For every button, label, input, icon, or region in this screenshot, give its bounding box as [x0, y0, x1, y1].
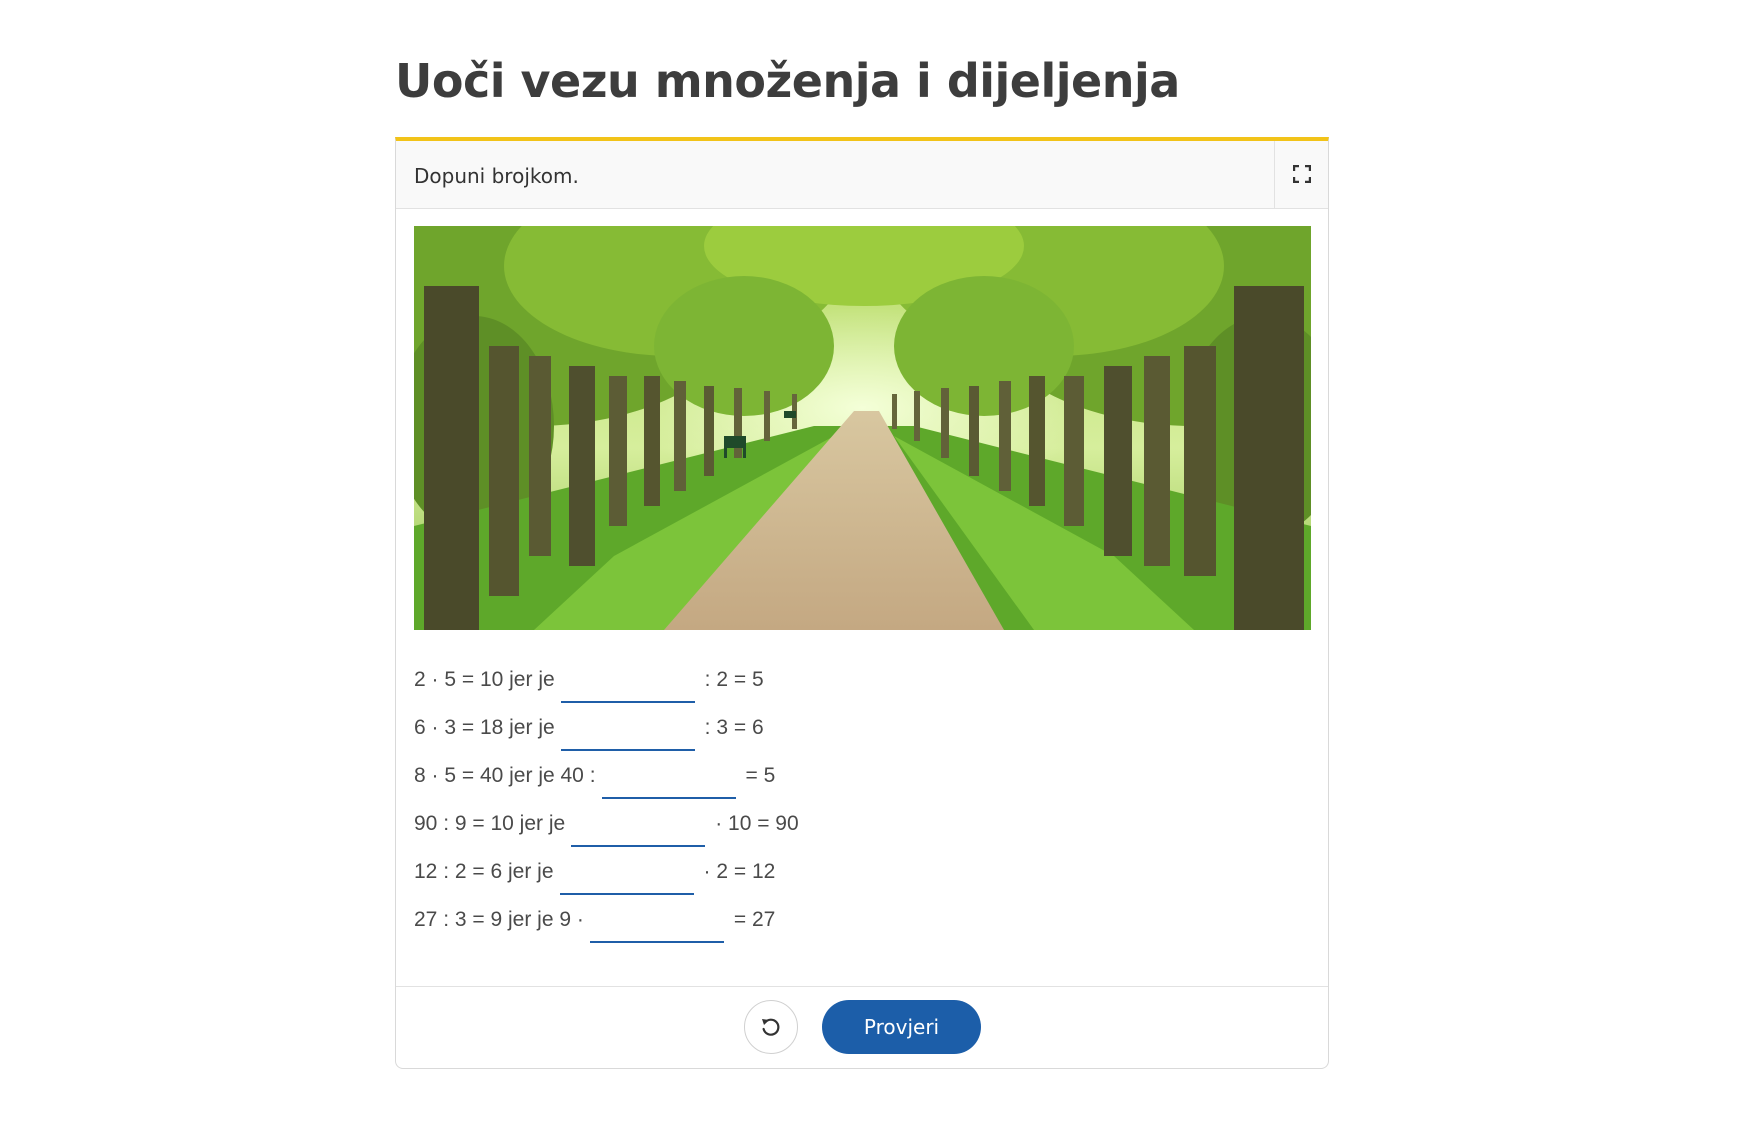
- answer-input-5[interactable]: [559, 865, 694, 895]
- task-text-before: 2 · 5 = 10 jer je: [414, 668, 555, 691]
- instruction-text: Dopuni brojkom.: [414, 164, 579, 188]
- task-row-2: 6 · 3 = 18 jer je : 3 = 6: [414, 704, 799, 752]
- task-row-4: 90 : 9 = 10 jer je · 10 = 90: [414, 800, 799, 848]
- task-text-after: : 3 = 6: [704, 716, 764, 739]
- task-text-after: · 2 = 12: [703, 860, 776, 883]
- task-row-6: 27 : 3 = 9 jer je 9 · = 27: [414, 896, 799, 944]
- fullscreen-button[interactable]: [1274, 141, 1328, 208]
- answer-input-3[interactable]: [601, 769, 736, 799]
- task-text-before: 27 : 3 = 9 jer je 9 ·: [414, 908, 584, 931]
- task-row-3: 8 · 5 = 40 jer je 40 : = 5: [414, 752, 799, 800]
- page: Uoči vezu množenja i dijeljenja Dopuni b…: [0, 0, 1747, 1148]
- reset-button[interactable]: [744, 1000, 798, 1054]
- task-text-before: 90 : 9 = 10 jer je: [414, 812, 566, 835]
- reset-icon: [762, 1018, 780, 1036]
- exercise-card: Dopuni brojkom. 2 · 5 = 10 jer je: 2 = …: [395, 137, 1329, 1069]
- task-row-1: 2 · 5 = 10 jer je : 2 = 5: [414, 656, 799, 704]
- check-button[interactable]: Provjeri: [822, 1000, 981, 1054]
- exercise-header: Dopuni brojkom.: [396, 141, 1328, 209]
- task-row-5: 12 : 2 = 6 jer je · 2 = 12: [414, 848, 799, 896]
- task-text-before: 12 : 2 = 6 jer je: [414, 860, 554, 883]
- task-text-after: · 10 = 90: [715, 812, 799, 835]
- task-text-after: = 27: [733, 908, 776, 931]
- page-title: Uoči vezu množenja i dijeljenja: [395, 54, 1180, 108]
- task-text-after: = 5: [745, 764, 776, 787]
- answer-input-4[interactable]: [571, 817, 706, 847]
- fullscreen-icon: [1293, 165, 1311, 183]
- exercise-footer: Provjeri: [396, 986, 1328, 1068]
- task-text-after: : 2 = 5: [704, 668, 764, 691]
- task-text-before: 6 · 3 = 18 jer je: [414, 716, 555, 739]
- answer-input-1[interactable]: [560, 673, 695, 703]
- task-text-before: 8 · 5 = 40 jer je 40 :: [414, 764, 596, 787]
- answer-input-6[interactable]: [589, 913, 724, 943]
- answer-input-2[interactable]: [560, 721, 695, 751]
- park-avenue-image: [414, 226, 1311, 630]
- task-list: 2 · 5 = 10 jer je : 2 = 5 6 · 3 = 18 jer…: [414, 656, 799, 944]
